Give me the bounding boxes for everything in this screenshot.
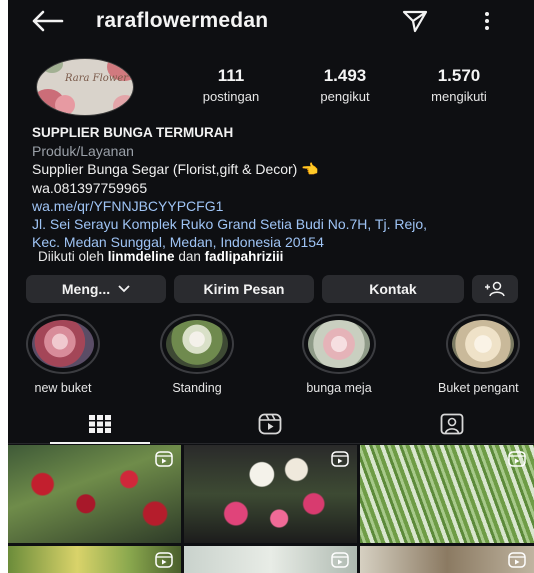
reels-icon — [508, 552, 526, 568]
stat-following-label: mengikuti — [431, 89, 487, 104]
profile-avatar[interactable]: Rara Flower — [36, 58, 134, 116]
stat-following-value: 1.570 — [437, 66, 481, 85]
following-button-label: Meng... — [61, 281, 111, 297]
avatar-flower-decoration — [113, 95, 133, 115]
post-thumbnail[interactable] — [184, 546, 357, 573]
followed-by-conj: dan — [178, 249, 201, 264]
profile-bio: SUPPLIER BUNGA TERMURAH Produk/Layanan S… — [32, 124, 532, 251]
bio-address[interactable]: Jl. Sei Serayu Komplek Ruko Grand Setia … — [32, 215, 452, 251]
tab-reels[interactable] — [220, 404, 320, 444]
highlight-new-buket[interactable]: new buket — [18, 314, 108, 395]
post-thumbnail[interactable] — [360, 445, 534, 543]
profile-username: raraflowermedan — [96, 9, 269, 32]
chevron-down-icon — [118, 285, 130, 293]
more-vertical-icon[interactable] — [482, 9, 492, 33]
profile-tabs — [8, 404, 534, 444]
following-button[interactable]: Meng... — [26, 275, 166, 303]
add-person-button[interactable] — [472, 275, 518, 303]
highlight-bunga-meja[interactable]: bunga meja — [294, 314, 384, 395]
stat-posts-label: postingan — [202, 89, 260, 104]
highlight-thumbnail — [166, 320, 228, 368]
post-thumbnail[interactable] — [8, 445, 181, 543]
followed-by-user: fadlipahriziii — [204, 249, 284, 264]
highlight-buket-pengantin[interactable]: Buket pengant — [432, 314, 534, 395]
stat-followers-label: pengikut — [320, 89, 370, 104]
followed-by-prefix: Diikuti oleh — [38, 249, 105, 264]
bio-link[interactable]: wa.me/qr/YFNNJBCYYPCFG1 — [32, 197, 532, 215]
reels-icon — [155, 451, 173, 467]
highlight-ring — [160, 314, 234, 374]
bio-line: Supplier Bunga Segar (Florist,gift & Dec… — [32, 161, 319, 178]
active-tab-indicator — [50, 442, 150, 444]
avatar-flower-decoration — [55, 95, 75, 115]
post-thumbnail[interactable] — [360, 546, 534, 573]
profile-name: SUPPLIER BUNGA TERMURAH — [32, 125, 234, 140]
stat-following[interactable]: 1.570 mengikuti — [414, 66, 504, 104]
tab-tagged[interactable] — [402, 404, 502, 444]
reels-icon — [155, 552, 173, 568]
avatar-logo-text: Rara Flower — [65, 73, 129, 84]
highlight-thumbnail — [308, 320, 370, 368]
highlight-label: new buket — [34, 381, 92, 395]
stat-followers-value: 1.493 — [323, 66, 367, 85]
bio-phone: wa.081397759965 — [32, 179, 148, 196]
highlight-thumbnail — [32, 320, 94, 368]
top-bar: raraflowermedan — [8, 0, 534, 44]
stat-followers[interactable]: 1.493 pengikut — [304, 66, 386, 104]
reels-icon — [331, 552, 349, 568]
followed-by[interactable]: Diikuti oleh linmdeline dan fadlipahrizi… — [38, 249, 283, 264]
tab-grid[interactable] — [50, 404, 150, 444]
highlight-label: Standing — [172, 381, 222, 395]
highlight-standing[interactable]: Standing — [152, 314, 242, 395]
reels-icon — [508, 451, 526, 467]
contact-button[interactable]: Kontak — [322, 275, 464, 303]
message-button[interactable]: Kirim Pesan — [174, 275, 314, 303]
avatar-flower-decoration — [41, 59, 63, 73]
highlight-ring — [446, 314, 520, 374]
profile-category: Produk/Layanan — [32, 143, 134, 160]
highlight-label: bunga meja — [306, 381, 372, 395]
stat-posts[interactable]: 111 postingan — [192, 66, 270, 104]
instagram-profile-screen: raraflowermedan Rara Flower 111 postinga… — [8, 0, 534, 573]
tagged-icon — [440, 413, 464, 435]
post-thumbnail[interactable] — [8, 546, 181, 573]
followed-by-user: linmdeline — [107, 249, 175, 264]
add-person-icon — [485, 281, 505, 297]
post-grid — [8, 445, 534, 573]
grid-icon — [89, 415, 111, 433]
paper-plane-icon[interactable] — [402, 9, 428, 33]
highlight-ring — [302, 314, 376, 374]
reels-icon — [331, 451, 349, 467]
reels-icon — [258, 413, 282, 435]
post-thumbnail[interactable] — [184, 445, 357, 543]
arrow-left-icon[interactable] — [30, 9, 64, 33]
stat-posts-value: 111 — [217, 66, 245, 85]
highlight-label: Buket pengant — [438, 381, 519, 395]
highlight-thumbnail — [452, 320, 514, 368]
highlight-ring — [26, 314, 100, 374]
